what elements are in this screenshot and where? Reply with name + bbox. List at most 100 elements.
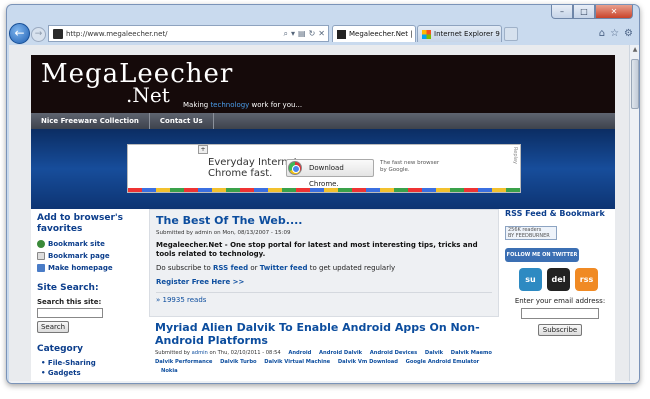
meta-post: on Thu, 02/10/2011 - 08:54 [207,350,281,356]
delicious-icon[interactable]: del [547,268,570,291]
rss-icon[interactable]: rss [575,268,598,291]
tag-link[interactable]: Nokia [161,368,178,374]
social-icons: su del rss [519,268,615,291]
page-icon [37,252,45,260]
address-url[interactable]: http://www.megaleecher.net/ [66,30,284,38]
tag-link[interactable]: Dalvik [425,350,443,356]
vertical-scrollbar[interactable]: ▲ [629,45,639,383]
post-best-of-web: The Best Of The Web.... Submitted by adm… [149,209,499,317]
meta-pre: Submitted by [155,350,192,356]
menu-item-freeware[interactable]: Nice Freeware Collection [31,113,150,129]
post-title[interactable]: The Best Of The Web.... [156,214,492,228]
tagline-link[interactable]: technology [210,101,249,109]
banner-area: + Everyday Internet. Chrome fast. Downlo… [31,129,615,209]
post-subscribe-text: Do subscribe to RSS feed or Twitter feed… [156,264,492,272]
feedburner-badge[interactable]: 256K readers BY FEEDBURNER [505,226,557,240]
search-label: Search this site: [37,298,102,306]
new-tab-button[interactable] [504,27,518,41]
tag-link[interactable]: Dalvik Performance [155,359,212,365]
rss-feed-link[interactable]: RSS feed [213,264,248,272]
minimize-button[interactable]: – [551,5,573,19]
stumbleupon-icon[interactable]: su [519,268,542,291]
caption-buttons: – □ ✕ [551,5,633,19]
address-tools: ⌕ ▾ ▤ ↻ ✕ [284,29,325,39]
close-button[interactable]: ✕ [595,5,633,19]
search-button[interactable]: Search [37,321,69,333]
tab-ie9[interactable]: Internet Explorer 9 - Mi... [417,25,502,42]
bookmark-site-label: Bookmark site [48,240,105,248]
page-viewport: MegaLeecher .Net Making technology work … [9,45,629,383]
tag-link[interactable]: Android Devices [370,350,418,356]
maximize-button[interactable]: □ [573,5,595,19]
favorites-heading: Add to browser's favorites [37,213,123,234]
subscribe-button[interactable]: Subscribe [538,324,582,336]
forward-button[interactable]: → [31,27,46,42]
compatibility-icon[interactable]: ▤ [298,29,306,39]
home-icon[interactable]: ⌂ [599,28,605,39]
scroll-thumb[interactable] [631,59,639,109]
menu-item-contact[interactable]: Contact Us [150,113,214,129]
toolbar-right: ⌂ ☆ ⚙ [599,28,633,39]
stop-icon[interactable]: ✕ [318,29,325,39]
email-input[interactable] [521,308,599,319]
site-logo-suffix[interactable]: .Net [126,85,170,105]
website: MegaLeecher .Net Making technology work … [31,55,615,383]
gear-icon[interactable]: ⚙ [624,28,633,39]
subscribe-or: or [248,264,260,272]
reads-count: 19935 reads [162,296,207,304]
tag-link[interactable]: Dalvik Maemo [451,350,492,356]
search-icon[interactable]: ⌕ [284,29,288,39]
address-bar[interactable]: http://www.megaleecher.net/ ⌕ ▾ ▤ ↻ ✕ [48,25,329,42]
navigation-bar: ← → http://www.megaleecher.net/ ⌕ ▾ ▤ ↻ … [7,21,639,45]
bookmark-page-link[interactable]: Bookmark page [37,250,145,262]
tag-link[interactable]: Dalvik Vm Download [338,359,398,365]
tab-megaleecher[interactable]: Megaleecher.Net | ... ✕ [332,25,416,42]
dropdown-icon[interactable]: ▾ [291,29,295,39]
subscribe-pre: Do subscribe to [156,264,213,272]
back-button[interactable]: ← [9,23,30,44]
post-meta: Submitted by admin on Mon, 08/13/2007 - … [156,230,291,236]
tab-label: Megaleecher.Net | ... [349,30,416,38]
category-file-sharing[interactable]: • File-Sharing [41,358,145,368]
bookmark-site-link[interactable]: Bookmark site [37,238,145,250]
rss-heading: RSS Feed & Bookmark [505,209,605,218]
category-list: • File-Sharing • Gadgets [37,358,145,378]
right-sidebar: RSS Feed & Bookmark 256K readers BY FEED… [505,209,615,336]
tag-link[interactable]: Dalvik Virtual Machine [264,359,330,365]
site-header: MegaLeecher .Net Making technology work … [31,55,615,113]
horizontal-scrollbar[interactable] [9,381,639,383]
favorites-star-icon[interactable]: ☆ [610,28,619,39]
ad-small-text: The fast new browser by Google. [380,160,440,173]
tab-favicon-icon [422,29,431,39]
email-label: Enter your email address: [514,297,606,305]
chrome-logo-icon [288,161,302,175]
tag-link[interactable]: Android [288,350,311,356]
search-input[interactable] [37,308,103,318]
main-content: The Best Of The Web.... Submitted by adm… [149,209,499,380]
tagline-text-end: work for you... [249,101,303,109]
category-gadgets[interactable]: • Gadgets [41,368,145,378]
tag-link[interactable]: Android Dalvik [319,350,362,356]
page-icon [53,28,63,39]
tag-link[interactable]: Dalvik Turbo [220,359,257,365]
post-title[interactable]: Myriad Alien Dalvik To Enable Android Ap… [155,321,493,347]
favorites-list: Bookmark site Bookmark page Make homepag… [37,238,145,274]
scroll-up-icon[interactable]: ▲ [630,45,639,55]
make-homepage-link[interactable]: Make homepage [37,262,145,274]
refresh-icon[interactable]: ↻ [309,29,316,39]
content-area: Add to browser's favorites Bookmark site… [31,209,615,383]
register-link[interactable]: Register Free Here >> [156,278,492,286]
twitter-feed-link[interactable]: Twitter feed [260,264,308,272]
left-sidebar: Add to browser's favorites Bookmark site… [37,213,145,378]
ad-replay[interactable]: Replay [512,147,518,164]
tag-link[interactable]: Google Android Emulator [406,359,480,365]
category-label: Gadgets [47,369,81,377]
author-link[interactable]: admin [192,350,208,356]
chrome-ad[interactable]: + Everyday Internet. Chrome fast. Downlo… [127,144,521,193]
tab-label: Internet Explorer 9 - Mi... [434,30,501,38]
post-meta: Submitted by admin on Thu, 02/10/2011 - … [155,349,493,376]
follow-twitter-button[interactable]: FOLLOW ME ON TWITTER [505,248,579,262]
site-tagline: Making technology work for you... [183,101,302,109]
globe-icon [37,240,45,248]
ad-corner-icon: + [198,145,208,154]
